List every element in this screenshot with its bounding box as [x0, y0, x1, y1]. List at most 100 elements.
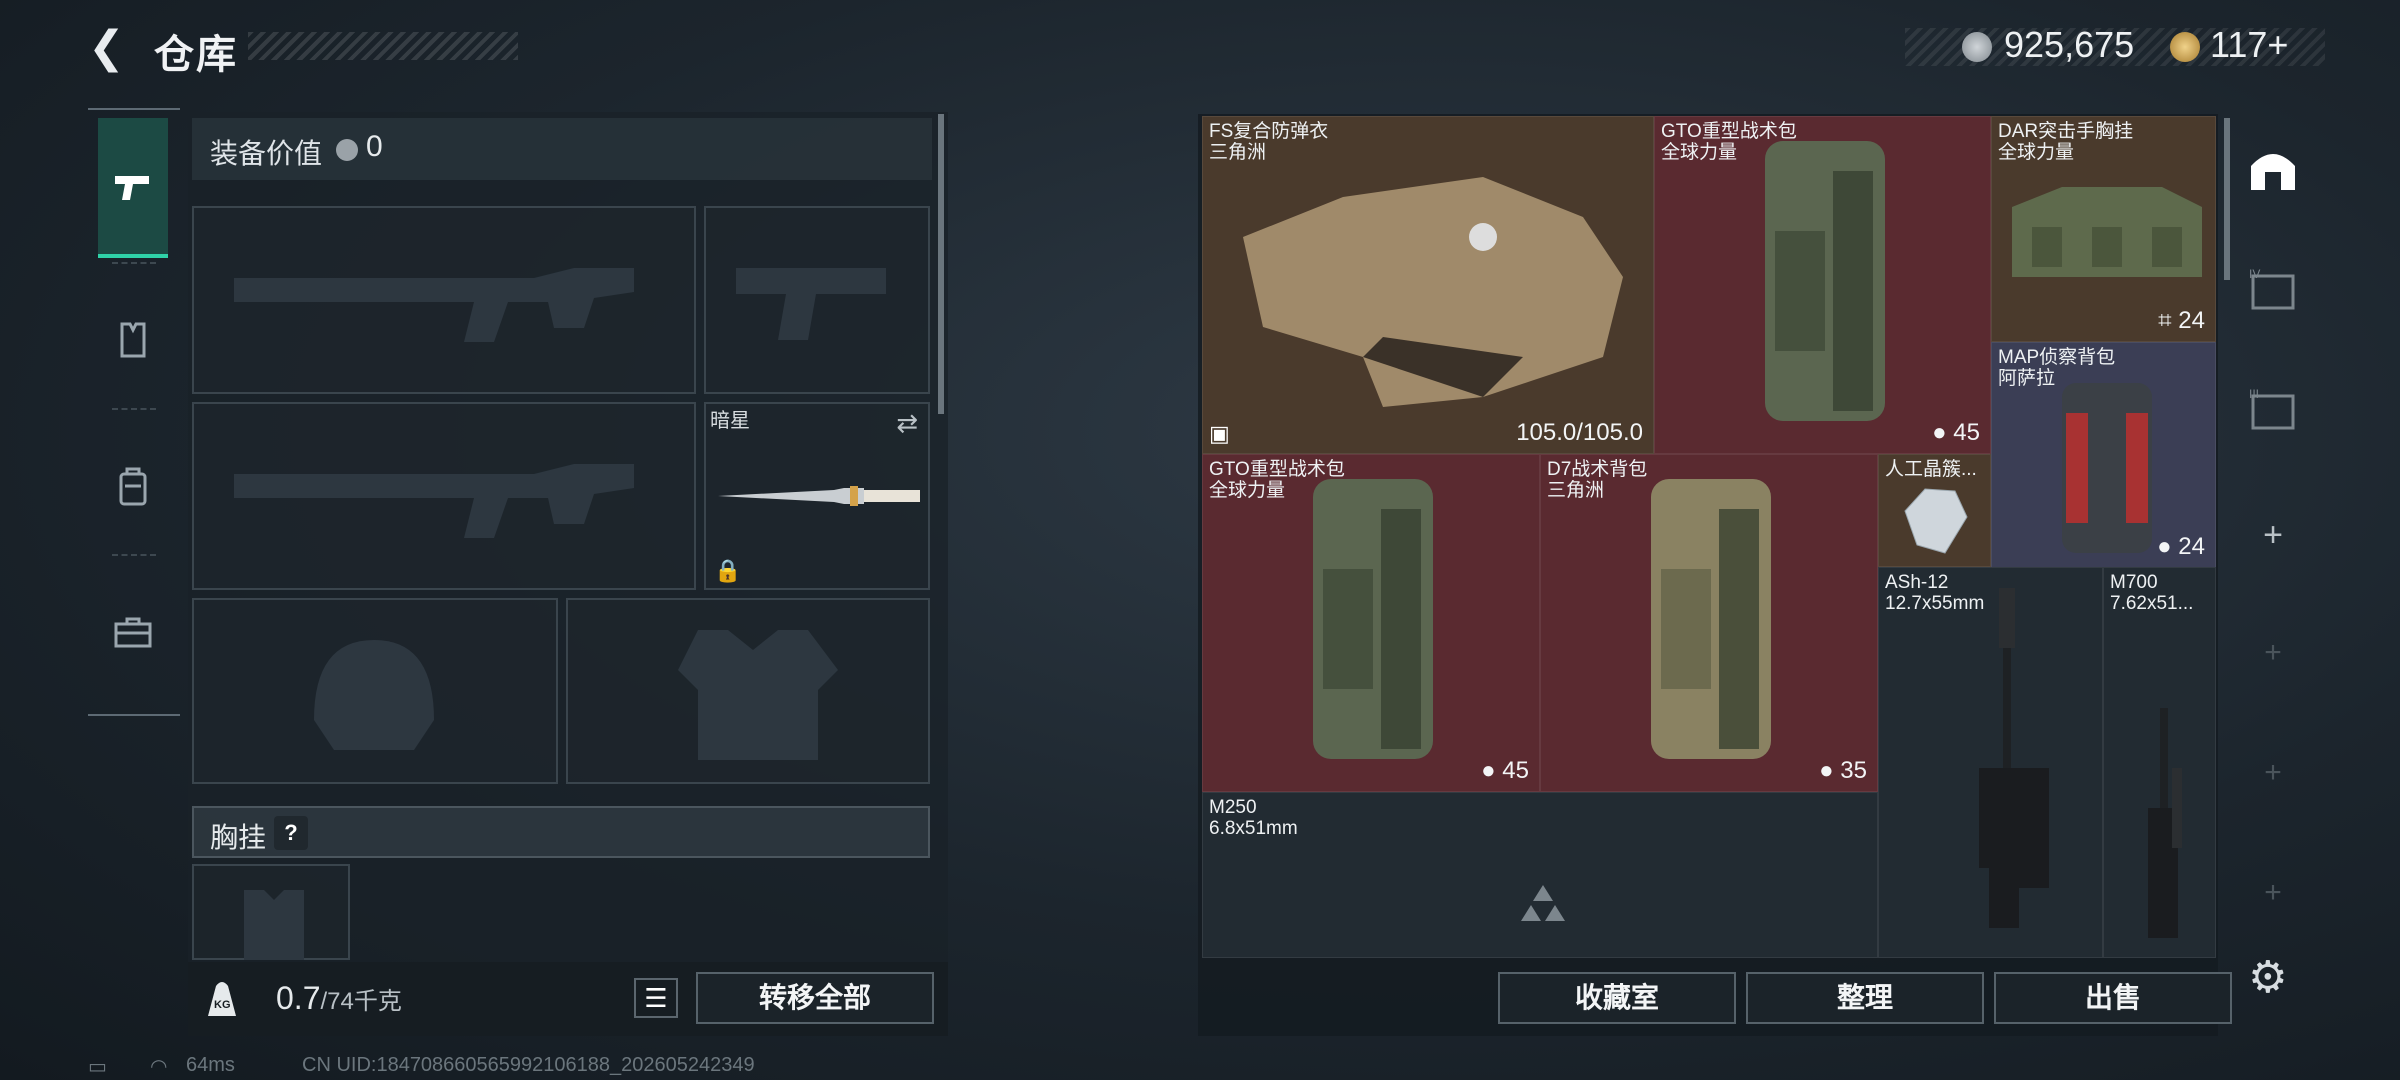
- backpack-icon: [119, 467, 147, 506]
- stash-tab-main[interactable]: [2238, 146, 2308, 205]
- item-name: M250 6.8x51mm: [1209, 797, 1298, 839]
- tertiary-weapon-slot[interactable]: [192, 402, 696, 590]
- transfer-all-button[interactable]: 转移全部: [696, 972, 934, 1024]
- list-view-button[interactable]: ☰: [634, 978, 678, 1018]
- weight-icon: KG: [204, 978, 240, 1018]
- chest-rig-silhouette-icon: [244, 890, 304, 960]
- sell-button[interactable]: 出售: [1994, 972, 2232, 1024]
- backpack-icon: [1313, 479, 1433, 759]
- nav-backpack-tab[interactable]: [98, 418, 168, 554]
- equipment-value-label: 装备价值: [210, 138, 323, 169]
- stash-page-icon: III: [2249, 387, 2295, 430]
- item-capacity: ● 24: [2157, 533, 2205, 560]
- slot-type-icon: ▣: [1209, 421, 1230, 446]
- stash-scrollbar[interactable]: [2224, 118, 2230, 280]
- loading-icon: [1521, 885, 1565, 921]
- item-name: M700 7.62x51...: [2110, 572, 2194, 614]
- item-capacity: ⌗ 24: [2158, 307, 2205, 334]
- stash-item[interactable]: GTO重型战术包 全球力量 ● 45: [1202, 454, 1540, 792]
- add-tab-button[interactable]: +: [2238, 636, 2308, 670]
- stash-item[interactable]: ASh-12 12.7x55mm: [1878, 567, 2103, 958]
- stash-item[interactable]: 人工晶簇...: [1878, 454, 1991, 567]
- rifle-silhouette-icon: [234, 464, 634, 538]
- pistol-icon: [115, 176, 149, 200]
- item-name: ASh-12 12.7x55mm: [1885, 572, 1985, 614]
- primary-weapon-slot[interactable]: [192, 206, 696, 394]
- item-name: GTO重型战术包 全球力量: [1209, 459, 1345, 501]
- add-tab-button[interactable]: +: [2238, 876, 2308, 910]
- stash-tab-iv[interactable]: IV: [2238, 266, 2308, 322]
- nav-armor-tab[interactable]: [98, 272, 168, 408]
- equipment-value: 0: [366, 130, 383, 163]
- weight-readout: 0.7/74千克: [276, 980, 402, 1017]
- pistol-silhouette-icon: [736, 268, 886, 340]
- item-durability: 105.0/105.0: [1516, 419, 1643, 446]
- gold-coin-icon: [2170, 32, 2200, 62]
- silver-coin-icon: [1962, 32, 1992, 62]
- helmet-slot[interactable]: [192, 598, 558, 784]
- battery-icon: ▭: [88, 1056, 107, 1078]
- sort-button[interactable]: 整理: [1746, 972, 1984, 1024]
- loadout-scrollbar[interactable]: [938, 114, 944, 414]
- secondary-weapon-slot[interactable]: [704, 206, 930, 394]
- stash-item[interactable]: FS复合防弹衣 三角洲 105.0/105.0 ▣: [1202, 116, 1654, 454]
- helmet-silhouette-icon: [314, 640, 434, 750]
- item-capacity: ● 45: [1932, 419, 1980, 446]
- ping-readout: 64ms: [186, 1054, 235, 1076]
- stash-page-icon: IV: [2249, 267, 2295, 310]
- svg-text:IV: IV: [2249, 267, 2260, 281]
- backpack-icon: [1651, 479, 1771, 759]
- item-name: GTO重型战术包 全球力量: [1661, 121, 1797, 163]
- warehouse-icon: [2251, 154, 2295, 190]
- stash-item[interactable]: DAR突击手胸挂 全球力量 ⌗ 24: [1991, 116, 2216, 342]
- svg-text:KG: KG: [214, 999, 231, 1011]
- back-button[interactable]: ❮: [88, 26, 128, 70]
- vest-icon: [120, 322, 146, 358]
- stash-item[interactable]: D7战术背包 三角洲 ● 35: [1540, 454, 1878, 792]
- knife-icon: [718, 486, 920, 506]
- item-name: FS复合防弹衣 三角洲: [1209, 121, 1329, 163]
- title-decoration: [248, 32, 518, 60]
- nav-toolbox-tab[interactable]: [98, 564, 168, 700]
- crystal-icon: [1904, 488, 1968, 554]
- weight-max: /74千克: [320, 988, 402, 1015]
- add-tab-button[interactable]: +: [2238, 516, 2308, 555]
- backpack-icon: [1765, 141, 1885, 421]
- body-armor-slot[interactable]: [566, 598, 930, 784]
- toolbox-icon: [114, 617, 152, 648]
- weight-current: 0.7: [276, 980, 321, 1016]
- stash-tabs: IV III + + + +: [2238, 116, 2308, 918]
- currency-silver-amount: 925,675: [2004, 24, 2135, 65]
- page-title: 仓库: [154, 33, 238, 77]
- item-capacity: ● 35: [1819, 757, 1867, 784]
- svg-text:III: III: [2249, 387, 2259, 401]
- stash-item[interactable]: MAP侦察背包 阿萨拉 ● 24: [1991, 342, 2216, 568]
- item-name: MAP侦察背包 阿萨拉: [1998, 347, 2116, 389]
- armor-silhouette-icon: [678, 630, 838, 760]
- currency-gold-amount[interactable]: 117+: [2210, 24, 2288, 66]
- backpack-icon: [2062, 383, 2152, 553]
- wifi-icon: ◠: [150, 1056, 168, 1078]
- chest-rig-label: 胸挂: [210, 822, 267, 853]
- stash-item[interactable]: GTO重型战术包 全球力量 ● 45: [1654, 116, 1991, 454]
- rifle-silhouette-icon: [234, 268, 634, 342]
- melee-name: 暗星: [710, 410, 750, 432]
- body-armor-icon: [1243, 177, 1623, 407]
- stash-item[interactable]: M700 7.62x51...: [2103, 567, 2216, 958]
- value-coin-icon: [336, 139, 358, 161]
- add-tab-button[interactable]: +: [2238, 756, 2308, 790]
- nav-weapon-tab[interactable]: [98, 118, 168, 258]
- chest-rig-slot[interactable]: [192, 864, 350, 960]
- swap-icon[interactable]: ⇄: [896, 408, 918, 439]
- stash-tab-iii[interactable]: III: [2238, 386, 2308, 442]
- item-name: 人工晶簇...: [1885, 459, 1977, 480]
- uid-readout: CN UID:1847086605659921061​88_2026052423…: [302, 1054, 755, 1076]
- stash-item[interactable]: M250 6.8x51mm: [1202, 792, 1878, 958]
- item-name: D7战术背包 三角洲: [1547, 459, 1648, 501]
- stash-grid: FS复合防弹衣 三角洲 105.0/105.0 ▣ GTO重型战术包 全球力量 ● …: [1202, 116, 2216, 958]
- collection-room-button[interactable]: 收藏室: [1498, 972, 1736, 1024]
- settings-gear-icon[interactable]: ⚙: [2248, 952, 2287, 1003]
- item-name: DAR突击手胸挂 全球力量: [1998, 121, 2134, 163]
- help-button[interactable]: ?: [274, 816, 308, 850]
- lock-icon: 🔒: [714, 558, 742, 583]
